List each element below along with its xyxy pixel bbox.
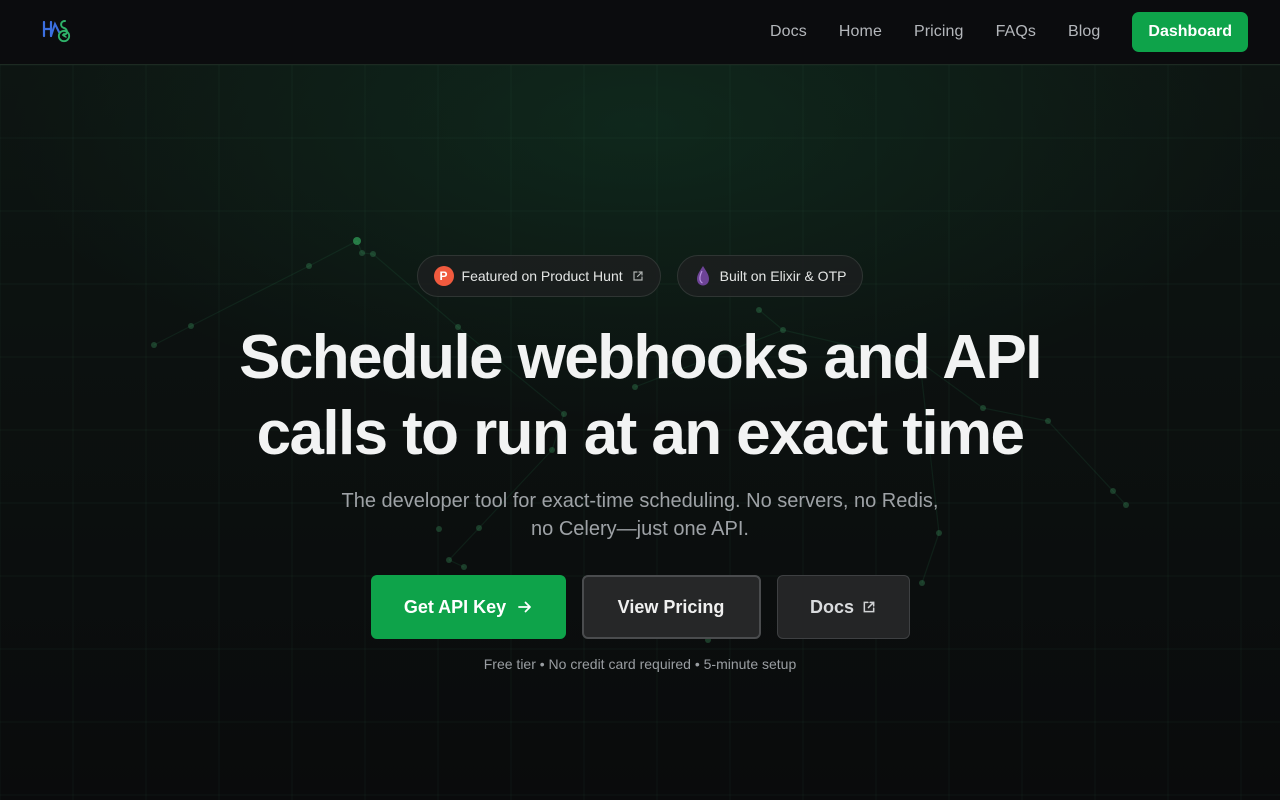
- subline-line-1: The developer tool for exact-time schedu…: [341, 490, 939, 512]
- elixir-drop-icon: [694, 265, 712, 287]
- top-navbar: Docs Home Pricing FAQs Blog Dashboard: [0, 0, 1280, 65]
- product-hunt-icon: P: [433, 266, 454, 286]
- docs-button-label: Docs: [809, 596, 854, 617]
- network-node: [1110, 488, 1116, 494]
- hero-headline: Schedule webhooks and API calls to run a…: [0, 320, 1280, 472]
- external-link-icon: [632, 270, 644, 282]
- network-node: [756, 307, 762, 313]
- elixir-badge[interactable]: Built on Elixir & OTP: [676, 255, 864, 297]
- network-node: [1123, 502, 1129, 508]
- product-hunt-badge[interactable]: P Featured on Product Hunt: [416, 255, 661, 297]
- nav-link-home[interactable]: Home: [839, 23, 882, 41]
- headline-line-2: calls to run at an exact time: [256, 399, 1025, 468]
- arrow-right-icon: [518, 601, 532, 613]
- badge-row: P Featured on Product Hunt Built on Elix…: [0, 255, 1280, 297]
- product-hunt-label: Featured on Product Hunt: [461, 268, 623, 284]
- docs-button[interactable]: Docs: [776, 575, 910, 639]
- external-link-icon: [862, 600, 876, 614]
- view-pricing-button[interactable]: View Pricing: [581, 575, 761, 639]
- fineprint: Free tier • No credit card required • 5-…: [483, 656, 797, 672]
- nav-link-pricing[interactable]: Pricing: [914, 23, 964, 41]
- network-node: [446, 557, 452, 563]
- nav-link-blog[interactable]: Blog: [1068, 23, 1100, 41]
- nav-links: Docs Home Pricing FAQs Blog Dashboard: [770, 12, 1248, 52]
- headline-line-1: Schedule webhooks and API: [239, 323, 1042, 392]
- nav-link-faqs[interactable]: FAQs: [996, 23, 1036, 41]
- network-node: [353, 237, 361, 245]
- hms-logo-icon[interactable]: [40, 18, 74, 44]
- dashboard-button[interactable]: Dashboard: [1132, 12, 1248, 52]
- get-api-key-label: Get API Key: [403, 596, 507, 617]
- elixir-label: Built on Elixir & OTP: [719, 268, 847, 284]
- nav-link-docs[interactable]: Docs: [770, 23, 807, 41]
- subline-line-2: no Celery—just one API.: [531, 518, 749, 540]
- hero-subline: The developer tool for exact-time schedu…: [310, 487, 970, 543]
- network-node: [461, 564, 467, 570]
- get-api-key-button[interactable]: Get API Key: [370, 575, 566, 639]
- cta-row: Get API Key View Pricing Docs: [0, 575, 1280, 639]
